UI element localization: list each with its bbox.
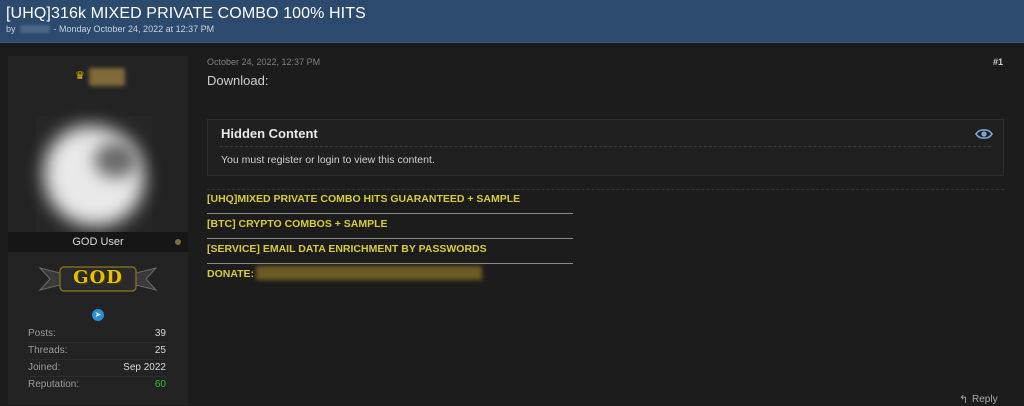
thread-title: [UHQ]316k MIXED PRIVATE COMBO 100% HITS [6,5,366,22]
thread-date: - Monday October 24, 2022 at 12:37 PM [53,24,215,34]
stat-label: Reputation: [28,379,80,390]
crown-icon: ♛ [75,70,85,82]
avatar[interactable] [36,116,152,236]
stat-label: Joined: [28,362,61,373]
stat-value: 25 [154,345,166,356]
username-redacted[interactable] [89,68,125,86]
post-date[interactable]: October 24, 2022, 12:37 PM [207,57,320,67]
by-label: by [6,24,16,34]
divider [220,146,991,147]
stat-posts: Posts: 39 [28,328,166,342]
donate-label: DONATE: [207,268,255,280]
stat-label: Threads: [28,345,68,356]
stat-reputation: Reputation: 60 [28,379,166,393]
online-status-dot [175,239,181,245]
rank-badge-text: GOD [73,267,123,288]
post-number[interactable]: #1 [993,57,1003,67]
rank-badge: GOD [38,262,158,296]
telegram-icon[interactable]: ➤ [92,309,104,321]
donate-address-redacted[interactable] [256,266,482,280]
user-rank-title: GOD User [72,236,124,248]
divider [207,238,573,239]
stat-value: Sep 2022 [123,362,166,373]
user-panel: ♛ GOD User GOD ➤ Posts: 39 Threads: 25 J… [8,56,188,405]
stat-value: 39 [154,328,166,339]
thread-header: [UHQ]316k MIXED PRIVATE COMBO 100% HITS … [0,0,1024,43]
post-content: October 24, 2022, 12:37 PM #1 Download: … [207,48,1007,406]
link-email-service[interactable]: [SERVICE] EMAIL DATA ENRICHMENT BY PASSW… [207,243,487,255]
thread-meta: by - Monday October 24, 2022 at 12:37 PM [6,24,214,34]
download-label: Download: [207,73,269,88]
reply-button[interactable]: Reply [972,394,998,405]
divider [28,376,166,377]
user-rank-bar: GOD User [8,232,188,252]
divider [207,189,1004,190]
divider [207,213,573,214]
author-name-redacted[interactable] [19,25,50,33]
divider [28,342,166,343]
hidden-content-box: Hidden Content You must register or logi… [207,119,1004,176]
hidden-content-message: You must register or login to view this … [221,154,435,166]
divider [207,263,573,264]
eye-icon[interactable] [975,127,993,141]
divider [28,359,166,360]
stat-joined: Joined: Sep 2022 [28,362,166,376]
link-crypto-combos[interactable]: [BTC] CRYPTO COMBOS + SAMPLE [207,218,388,230]
post: ♛ GOD User GOD ➤ Posts: 39 Threads: 25 J… [0,48,1024,406]
reply-icon[interactable]: ↰ [959,393,968,406]
stat-label: Posts: [28,328,56,339]
hidden-content-title: Hidden Content [221,126,318,141]
stat-value: 60 [154,379,166,390]
stat-threads: Threads: 25 [28,345,166,359]
link-uhq-combo[interactable]: [UHQ]MIXED PRIVATE COMBO HITS GUARANTEED… [207,193,520,205]
